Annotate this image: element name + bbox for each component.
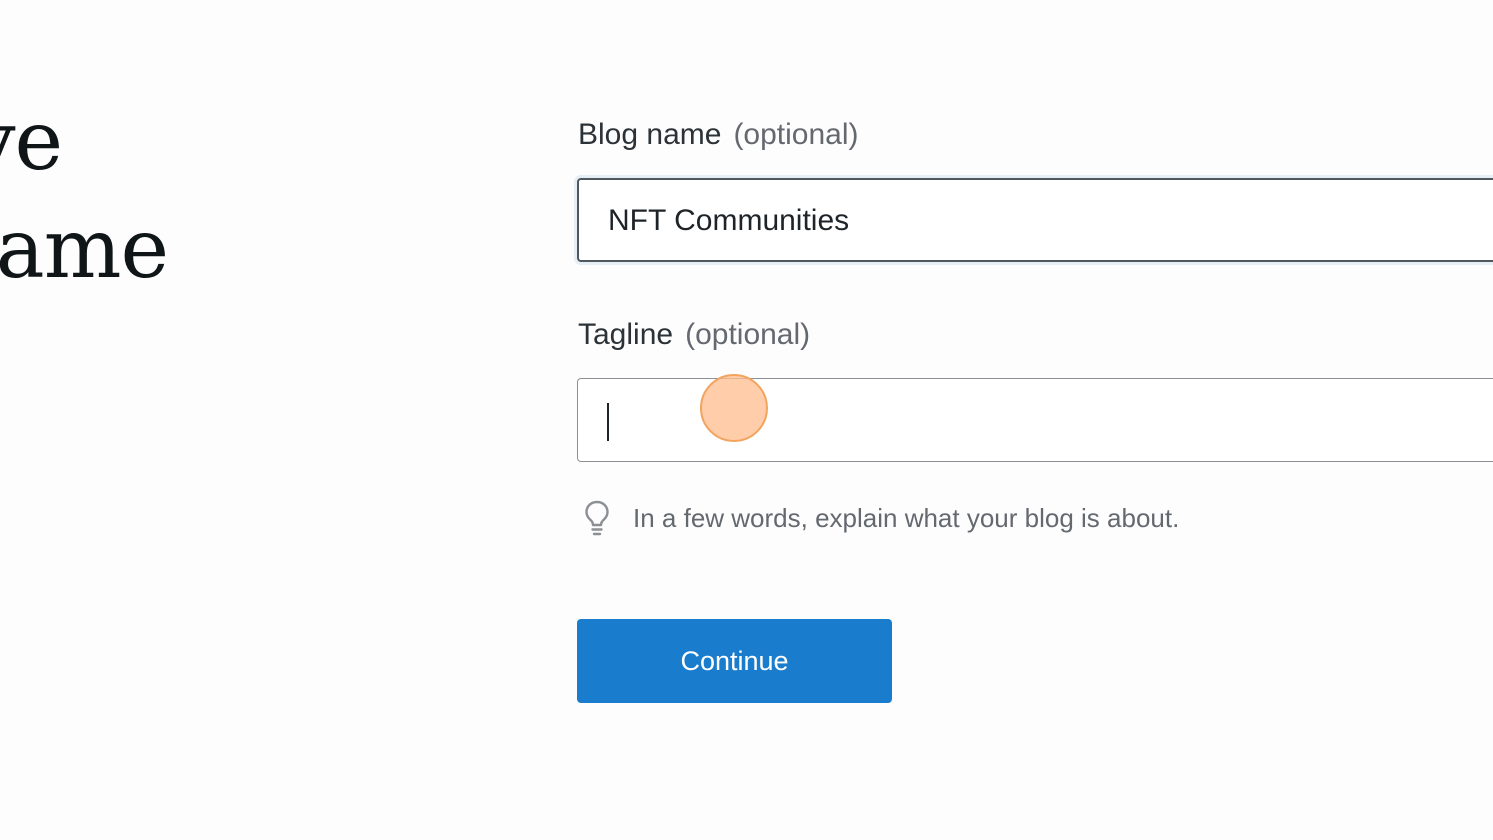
page-heading: ive name [0,88,169,304]
tagline-label-text: Tagline [578,318,674,351]
blog-name-label-text: Blog name [578,118,722,151]
lightbulb-icon [585,500,609,536]
continue-button[interactable]: Continue [577,619,892,703]
heading-line-1: ive [0,94,63,189]
heading-line-2: name [0,202,169,297]
tagline-hint-text: In a few words, explain what your blog i… [633,502,1180,533]
tagline-optional-text: (optional) [685,318,811,351]
tagline-label: Tagline (optional) [578,318,810,352]
text-caret [607,403,609,441]
page: ive name Blog name (optional) NFT Communi… [0,0,1493,840]
tagline-hint: In a few words, explain what your blog i… [582,498,1179,538]
blog-name-optional-text: (optional) [733,118,859,151]
blog-name-value: NFT Communities [608,204,850,237]
blog-name-input[interactable]: NFT Communities [577,178,1493,262]
blog-name-label: Blog name (optional) [578,118,859,152]
click-indicator [700,374,768,442]
